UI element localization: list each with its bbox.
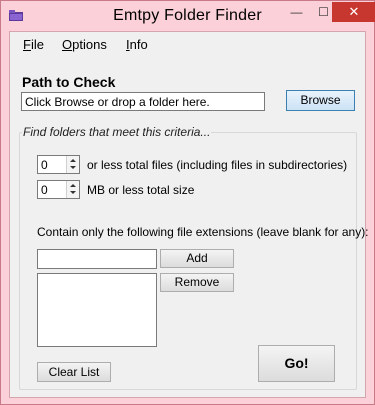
extensions-label: Contain only the following file extensio… bbox=[37, 225, 369, 239]
client-area: File Options Info Path to Check Browse F… bbox=[9, 31, 369, 398]
spin-down-icon[interactable] bbox=[70, 166, 76, 169]
go-button[interactable]: Go! bbox=[258, 345, 335, 382]
extension-input[interactable] bbox=[37, 249, 157, 269]
max-files-label: or less total files (including files in … bbox=[87, 158, 348, 172]
max-files-value: 0 bbox=[41, 158, 48, 172]
menu-options-label: ptions bbox=[72, 37, 107, 52]
spin-up-icon[interactable] bbox=[70, 184, 76, 187]
extensions-list[interactable] bbox=[37, 273, 157, 347]
menu-bar: File Options Info bbox=[10, 32, 365, 56]
menu-options-mnemonic: O bbox=[62, 37, 73, 52]
app-window: Emtpy Folder Finder — ☐ ✕ File Options I… bbox=[0, 0, 375, 405]
max-size-label: MB or less total size bbox=[87, 183, 195, 197]
browse-button[interactable]: Browse bbox=[286, 90, 355, 111]
menu-info[interactable]: Info bbox=[126, 37, 148, 52]
menu-info-label: nfo bbox=[129, 37, 148, 52]
path-input[interactable] bbox=[21, 92, 265, 111]
menu-file-mnemonic: F bbox=[23, 37, 31, 52]
title-bar[interactable]: Emtpy Folder Finder — ☐ ✕ bbox=[1, 1, 375, 31]
add-extension-button[interactable]: Add bbox=[160, 249, 234, 268]
max-files-spin-buttons[interactable] bbox=[66, 156, 79, 173]
path-heading: Path to Check bbox=[22, 74, 116, 90]
menu-options[interactable]: Options bbox=[62, 37, 107, 52]
minimize-button[interactable]: — bbox=[283, 2, 310, 22]
close-button[interactable]: ✕ bbox=[332, 2, 375, 22]
max-size-stepper[interactable]: 0 bbox=[37, 180, 80, 199]
clear-list-button[interactable]: Clear List bbox=[37, 362, 111, 382]
max-files-stepper[interactable]: 0 bbox=[37, 155, 80, 174]
menu-file[interactable]: File bbox=[23, 37, 44, 52]
spin-up-icon[interactable] bbox=[70, 159, 76, 162]
criteria-legend: Find folders that meet this criteria... bbox=[22, 125, 212, 139]
spin-down-icon[interactable] bbox=[70, 191, 76, 194]
max-size-value: 0 bbox=[41, 183, 48, 197]
menu-file-label: ile bbox=[30, 37, 44, 52]
max-size-spin-buttons[interactable] bbox=[66, 181, 79, 198]
remove-extension-button[interactable]: Remove bbox=[160, 273, 234, 292]
